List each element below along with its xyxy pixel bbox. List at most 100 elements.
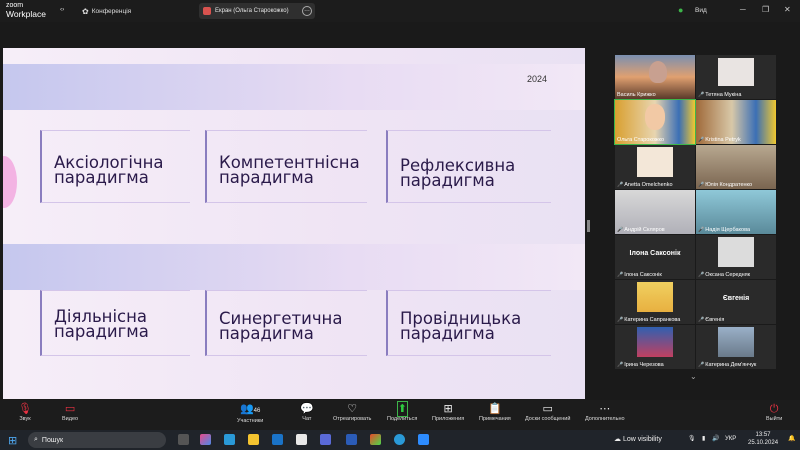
paradigm-box-activity: Діяльнісна парадигма [40, 290, 190, 356]
muted-mic-icon: 🎤 [698, 317, 705, 323]
participant-tile[interactable]: Євгенія 🎤 Євгенія [696, 280, 776, 324]
panel-resize-handle[interactable] [587, 220, 590, 232]
avatar [718, 58, 754, 86]
muted-mic-icon: 🎤 [698, 227, 705, 233]
muted-mic-icon: 🎤 [698, 182, 705, 188]
avatar [718, 327, 754, 357]
notes-icon: 📋 [488, 403, 502, 415]
participant-tile[interactable]: 🎤 Катерина Сапранкова [615, 280, 695, 324]
taskbar-search[interactable]: ⌕ Пошук [28, 432, 166, 448]
muted-mic-icon: 🎤 [698, 137, 705, 143]
muted-mic-icon: 🎤 [617, 227, 624, 233]
windows-taskbar: ⊞ ⌕ Пошук ☁ Low visibility 🎙 ▮ 🔊 УКР 13:… [0, 430, 800, 450]
volume-icon[interactable]: 🔊 [712, 435, 719, 442]
leave-icon: ⏻ [769, 403, 779, 415]
participant-tile[interactable]: 🎤 Юлія Кондратенко [696, 145, 776, 189]
participant-name-placeholder: Євгенія [722, 295, 750, 302]
low-visibility-status[interactable]: ☁ Low visibility [614, 435, 662, 443]
muted-mic-icon: 🎤 [617, 317, 624, 323]
video-off-icon: ▭ [64, 403, 76, 415]
muted-mic-icon: 🎤 [698, 362, 705, 368]
participant-tile[interactable]: 🎤 Андрій Скляров [615, 190, 695, 234]
notes-button[interactable]: 📋 Примечания [479, 402, 511, 422]
paradigm-box-guiding: Провідницька парадигма [386, 290, 551, 356]
face-shape [645, 104, 665, 130]
zoom-logo: zoom Workplace [6, 2, 46, 19]
slide-band-top [3, 64, 585, 110]
view-button[interactable]: Вид [695, 7, 707, 14]
leave-button[interactable]: ⏻ Выйти [766, 402, 782, 422]
muted-mic-icon: 🎤 [617, 272, 624, 278]
participant-tile[interactable]: 🎤 Надія Щербакова [696, 190, 776, 234]
react-button[interactable]: ♡ Отреагировать [333, 402, 371, 422]
minimize-icon[interactable]: ─ [740, 5, 746, 14]
windows-start-icon[interactable]: ⊞ [8, 434, 17, 447]
apps-button[interactable]: ⊞ Приложения [432, 402, 464, 422]
more-button[interactable]: ⋯ Дополнительно [585, 402, 625, 422]
share-options-icon[interactable]: … [302, 6, 312, 16]
screen-share-indicator[interactable]: Екран (Ольга Старокожко) … [199, 3, 315, 19]
decorative-circle [3, 156, 17, 208]
paradigm-box-competency: Компетентнісна парадигма [205, 130, 367, 203]
audio-button[interactable]: 🎙 Звук [18, 402, 32, 422]
paradigm-box-axiological: Аксіологічна парадигма [40, 130, 190, 203]
participant-tile[interactable]: Василь Крижко [615, 55, 695, 99]
participant-tile[interactable]: 🎤 Катерина Дем'янчук [696, 325, 776, 369]
whiteboard-icon: ▭ [542, 403, 553, 415]
notification-icon[interactable]: 🔔 [788, 435, 795, 442]
mic-muted-icon: 🎙 [18, 403, 32, 415]
chat-button[interactable]: 💬 Чат [300, 402, 314, 422]
app-icon[interactable] [370, 434, 381, 445]
word-icon[interactable] [346, 434, 357, 445]
participant-tile[interactable]: 🎤 Anetta Omelchenko [615, 145, 695, 189]
close-icon[interactable]: ✕ [784, 5, 791, 14]
avatar [718, 237, 754, 267]
paw-icon: ✿ [82, 7, 89, 16]
participant-tile[interactable]: 🎤 Оксана Середняк [696, 235, 776, 279]
outlook-icon[interactable] [272, 434, 283, 445]
chat-icon: 💬 [300, 403, 314, 415]
clock[interactable]: 13:57 25.10.2024 [748, 431, 778, 447]
muted-mic-icon: 🎤 [617, 182, 624, 188]
heart-icon: ♡ [347, 403, 358, 415]
participant-tile[interactable]: 🎤 Kristina Petryk [696, 100, 776, 144]
scroll-down-icon[interactable]: ⌄ [690, 372, 697, 381]
menu-icon[interactable]: ‹› [60, 6, 64, 13]
conference-info[interactable]: ✿ Конференція [82, 7, 131, 16]
more-icon: ⋯ [599, 403, 611, 415]
language-indicator[interactable]: УКР [725, 436, 736, 442]
participant-gallery: Василь Крижко 🎤 Тетяна Мукіна Ольга Старо… [612, 22, 800, 400]
shield-icon[interactable]: ● [678, 5, 683, 15]
copilot-icon[interactable] [200, 434, 211, 445]
avatar [637, 147, 673, 177]
video-button[interactable]: ▭ Видео [62, 402, 78, 422]
mic-tray-icon[interactable]: 🎙 [688, 435, 696, 442]
slide-year: 2024 [526, 74, 547, 84]
participant-tile-active-speaker[interactable]: Ольга Старокожко [614, 99, 696, 145]
edge-icon[interactable] [224, 434, 235, 445]
network-icon[interactable]: ▮ [702, 435, 705, 442]
participant-tile[interactable]: 🎤 Ірина Черезова [615, 325, 695, 369]
muted-mic-icon: 🎤 [617, 362, 624, 368]
avatar [637, 282, 673, 312]
share-button[interactable]: ⬆ Поделиться [387, 401, 417, 422]
telegram-icon[interactable] [394, 434, 405, 445]
participants-button[interactable]: 👥46 Участники [237, 402, 263, 424]
muted-mic-icon: 🎤 [698, 272, 705, 278]
participant-tile[interactable]: Ілона Саксонік 🎤 Ілона Саксонік [615, 235, 695, 279]
file-explorer-icon[interactable] [248, 434, 259, 445]
task-view-icon[interactable] [178, 434, 189, 445]
apps-icon: ⊞ [443, 403, 453, 415]
avatar [637, 327, 673, 357]
teams-icon[interactable] [320, 434, 331, 445]
participants-icon: 👥46 [239, 403, 261, 415]
restore-icon[interactable]: ❐ [762, 5, 769, 14]
chrome-icon[interactable] [296, 434, 307, 445]
face-shape [649, 61, 667, 83]
whiteboards-button[interactable]: ▭ Доски сообщений [525, 402, 570, 422]
share-icon [203, 7, 211, 15]
zoom-taskbar-icon[interactable] [418, 434, 429, 445]
slide-band-middle [3, 244, 585, 290]
participant-tile[interactable]: 🎤 Тетяна Мукіна [696, 55, 776, 99]
share-screen-icon: ⬆ [396, 401, 408, 417]
